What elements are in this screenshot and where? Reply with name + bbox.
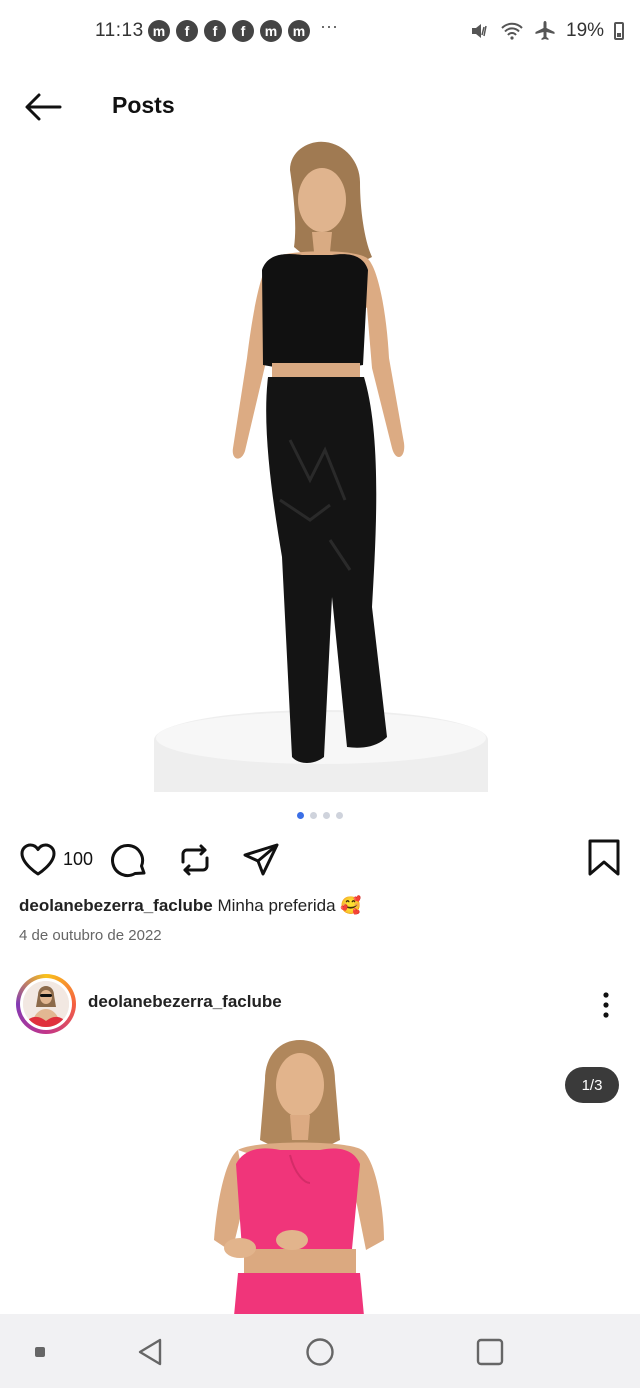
nav-recents-dot[interactable] [20, 1332, 60, 1372]
post-username[interactable]: deolanebezerra_faclube [88, 992, 282, 1012]
carousel-dot-active [297, 812, 304, 819]
messenger-icon: m [148, 20, 170, 42]
facebook-icon: f [232, 20, 254, 42]
carousel-dot [336, 812, 343, 819]
post-image[interactable] [0, 140, 640, 795]
airplane-mode-icon [535, 21, 555, 40]
status-time: 11:13 [95, 20, 144, 41]
carousel-indicator [297, 812, 343, 819]
status-right-group: 19% [470, 20, 625, 42]
repost-icon[interactable] [175, 840, 215, 880]
facebook-icon: f [204, 20, 226, 42]
more-options-icon[interactable] [596, 990, 616, 1020]
nav-back-button[interactable] [130, 1332, 170, 1372]
messenger-icon: m [288, 20, 310, 42]
image-counter-badge: 1/3 [565, 1067, 619, 1103]
status-bar: 11:13 m f f f m m ··· 19% [0, 0, 640, 64]
post-photo [154, 141, 488, 792]
share-send-icon[interactable] [241, 840, 281, 880]
carousel-dot [323, 812, 330, 819]
caption-text: Minha preferida 🥰 [217, 896, 362, 915]
post-date: 4 de outubro de 2022 [19, 927, 162, 944]
post-image[interactable] [0, 1040, 640, 1316]
page-title: Posts [112, 92, 175, 118]
square-dot-icon [35, 1347, 45, 1357]
nav-overview-button[interactable] [470, 1332, 510, 1372]
notification-icons: m f f f m m [148, 20, 310, 42]
post-photo [214, 1040, 384, 1316]
avatar-photo [23, 981, 69, 1027]
facebook-icon: f [176, 20, 198, 42]
system-navigation-bar [0, 1314, 640, 1388]
square-overview-icon [476, 1338, 504, 1366]
bookmark-icon[interactable] [584, 838, 624, 878]
comment-bubble-icon[interactable] [109, 840, 149, 880]
messenger-icon: m [260, 20, 282, 42]
like-heart-icon[interactable] [18, 840, 58, 880]
battery-icon [614, 22, 625, 40]
like-count: 100 [63, 849, 94, 869]
carousel-dot [310, 812, 317, 819]
nav-home-button[interactable] [300, 1332, 340, 1372]
wifi-icon [501, 22, 523, 40]
status-more-indicator: ··· [320, 16, 338, 36]
circle-home-icon [306, 1338, 334, 1366]
avatar[interactable] [16, 974, 76, 1034]
mute-icon [472, 24, 487, 38]
post-caption: deolanebezerra_faclube Minha preferida 🥰 [19, 896, 361, 916]
caption-username[interactable]: deolanebezerra_faclube [19, 896, 213, 915]
battery-percentage: 19% [566, 20, 605, 41]
back-arrow-icon[interactable] [22, 90, 64, 124]
triangle-back-icon [138, 1338, 162, 1366]
